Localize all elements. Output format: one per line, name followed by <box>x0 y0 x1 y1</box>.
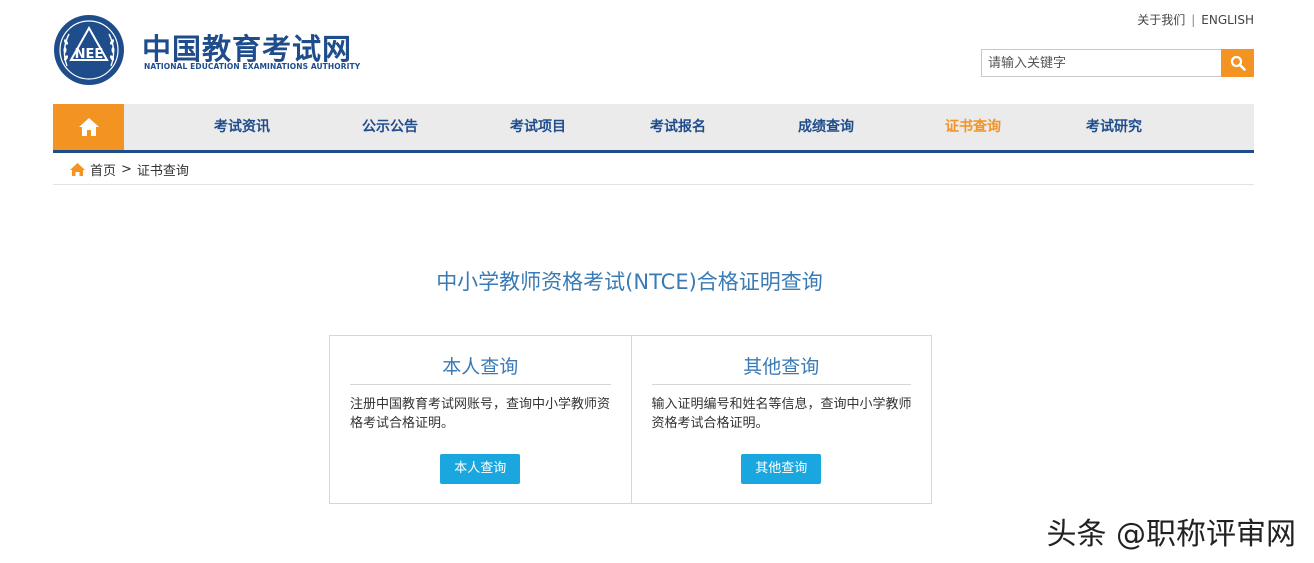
nav-item-score-query[interactable]: 成绩查询 <box>798 104 854 150</box>
logo-emblem-text: NEE <box>75 47 104 62</box>
self-query-button[interactable]: 本人查询 <box>440 454 521 484</box>
search-icon <box>1230 55 1246 71</box>
breadcrumb-current[interactable]: 证书查询 <box>137 160 189 179</box>
nav-item-exam-programs[interactable]: 考试项目 <box>510 104 566 150</box>
page-title: 中小学教师资格考试(NTCE)合格证明查询 <box>436 270 823 294</box>
nav-item-announcements[interactable]: 公示公告 <box>362 104 418 150</box>
nav-item-exam-news[interactable]: 考试资讯 <box>214 104 270 150</box>
watermark: 头条 @职称评审网 <box>1046 517 1296 552</box>
nav-item-exam-research[interactable]: 考试研究 <box>1086 104 1142 150</box>
site-subtitle: NATIONAL EDUCATION EXAMINATIONS AUTHORIT… <box>144 62 361 71</box>
home-icon <box>78 118 99 136</box>
query-panels: 本人查询 注册中国教育考试网账号，查询中小学教师资格考试合格证明。 本人查询 其… <box>329 335 932 504</box>
nav-home-button[interactable] <box>53 104 124 150</box>
self-query-description: 注册中国教育考试网账号，查询中小学教师资格考试合格证明。 <box>350 397 611 431</box>
other-query-description: 输入证明编号和姓名等信息，查询中小学教师资格考试合格证明。 <box>651 397 912 431</box>
breadcrumb-separator: > <box>121 162 132 177</box>
nav-item-certificate-query[interactable]: 证书查询 <box>945 104 1001 150</box>
self-query-panel: 本人查询 注册中国教育考试网账号，查询中小学教师资格考试合格证明。 本人查询 <box>330 336 631 503</box>
breadcrumb-divider <box>53 184 1254 185</box>
self-query-heading: 本人查询 <box>350 352 611 385</box>
breadcrumb: 首页 > 证书查询 <box>69 160 189 179</box>
search-box <box>981 49 1254 77</box>
nav-underline <box>53 150 1254 153</box>
main-nav: 考试资讯 公示公告 考试项目 考试报名 成绩查询 证书查询 考试研究 <box>53 104 1254 150</box>
top-links-separator: | <box>1191 13 1196 27</box>
breadcrumb-home-link[interactable]: 首页 <box>90 160 116 179</box>
top-links: 关于我们 | ENGLISH <box>1137 11 1254 28</box>
search-input[interactable] <box>982 50 1221 76</box>
other-query-panel: 其他查询 输入证明编号和姓名等信息，查询中小学教师资格考试合格证明。 其他查询 <box>630 336 932 503</box>
breadcrumb-home-icon <box>70 163 85 176</box>
other-query-button[interactable]: 其他查询 <box>741 454 822 484</box>
site-logo-emblem[interactable]: NEE <box>53 14 129 86</box>
other-query-heading: 其他查询 <box>651 352 911 385</box>
about-us-link[interactable]: 关于我们 <box>1137 11 1185 28</box>
search-button[interactable] <box>1221 49 1254 77</box>
english-link[interactable]: ENGLISH <box>1201 13 1254 27</box>
nav-item-registration[interactable]: 考试报名 <box>650 104 706 150</box>
